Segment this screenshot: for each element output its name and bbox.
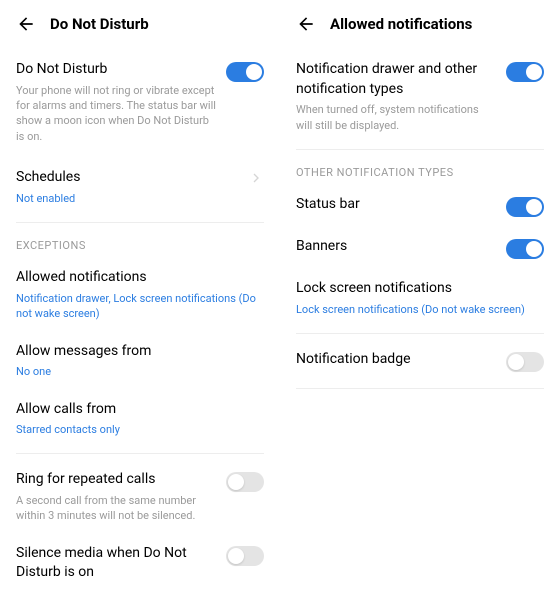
calls-label: Allow calls from	[16, 400, 264, 420]
repeated-toggle[interactable]	[226, 472, 264, 492]
allowed-panel: Allowed notifications Notification drawe…	[280, 0, 560, 535]
dnd-desc: Your phone will not ring or vibrate exce…	[16, 83, 216, 145]
dnd-label: Do Not Disturb	[16, 60, 216, 80]
schedules-value: Not enabled	[16, 191, 238, 206]
banners-label: Banners	[296, 237, 347, 257]
messages-value: No one	[16, 364, 264, 379]
silence-label: Silence media when Do Not Disturb is on	[16, 544, 216, 583]
statusbar-toggle[interactable]	[506, 197, 544, 217]
header: Allowed notifications	[292, 0, 548, 50]
badge-toggle[interactable]	[506, 352, 544, 372]
repeated-label: Ring for repeated calls	[16, 470, 216, 490]
repeated-calls-row[interactable]: Ring for repeated calls A second call fr…	[12, 460, 268, 533]
page-title: Allowed notifications	[330, 15, 472, 33]
exceptions-header: EXCEPTIONS	[12, 229, 268, 258]
chevron-right-icon	[248, 170, 264, 186]
allowed-notifications-row[interactable]: Allowed notifications Notification drawe…	[12, 258, 268, 331]
drawer-label: Notification drawer and other notificati…	[296, 60, 496, 99]
lockscreen-row[interactable]: Lock screen notifications Lock screen no…	[292, 269, 548, 327]
repeated-desc: A second call from the same number withi…	[16, 493, 216, 524]
allow-messages-row[interactable]: Allow messages from No one	[12, 332, 268, 390]
page-title: Do Not Disturb	[50, 15, 149, 33]
badge-row[interactable]: Notification badge	[292, 340, 548, 382]
statusbar-label: Status bar	[296, 195, 360, 215]
divider	[16, 453, 264, 454]
allowed-value: Notification drawer, Lock screen notific…	[16, 291, 264, 322]
dnd-panel: Do Not Disturb Do Not Disturb Your phone…	[0, 0, 280, 535]
lockscreen-value: Lock screen notifications (Do not wake s…	[296, 302, 544, 317]
banners-toggle[interactable]	[506, 239, 544, 259]
divider	[296, 333, 544, 334]
dnd-toggle-row[interactable]: Do Not Disturb Your phone will not ring …	[12, 50, 268, 154]
silence-media-row[interactable]: Silence media when Do Not Disturb is on	[12, 534, 268, 593]
badge-label: Notification badge	[296, 350, 411, 370]
divider	[296, 149, 544, 150]
divider	[16, 222, 264, 223]
drawer-desc: When turned off, system notifications wi…	[296, 102, 496, 133]
calls-value: Starred contacts only	[16, 422, 264, 437]
lockscreen-label: Lock screen notifications	[296, 279, 544, 299]
back-icon[interactable]	[16, 14, 36, 34]
schedules-row[interactable]: Schedules Not enabled	[12, 158, 268, 216]
statusbar-row[interactable]: Status bar	[292, 185, 548, 227]
allowed-label: Allowed notifications	[16, 268, 264, 288]
header: Do Not Disturb	[12, 0, 268, 50]
messages-label: Allow messages from	[16, 342, 264, 362]
other-types-header: OTHER NOTIFICATION TYPES	[292, 156, 548, 185]
silence-toggle[interactable]	[226, 546, 264, 566]
drawer-toggle[interactable]	[506, 62, 544, 82]
schedules-label: Schedules	[16, 168, 238, 188]
allow-calls-row[interactable]: Allow calls from Starred contacts only	[12, 390, 268, 448]
drawer-row[interactable]: Notification drawer and other notificati…	[292, 50, 548, 143]
divider	[296, 388, 544, 389]
back-icon[interactable]	[296, 14, 316, 34]
dnd-toggle[interactable]	[226, 62, 264, 82]
banners-row[interactable]: Banners	[292, 227, 548, 269]
